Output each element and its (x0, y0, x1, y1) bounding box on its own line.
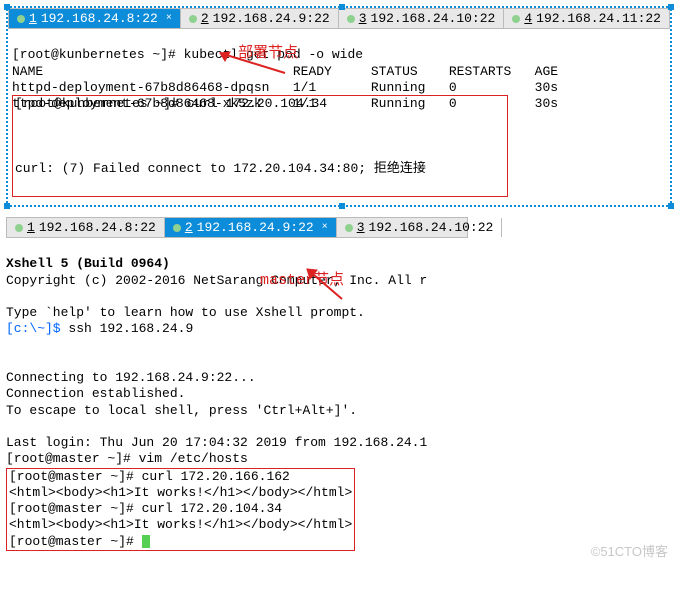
ssh-command: ssh 192.168.24.9 (68, 321, 193, 336)
tab-1-3[interactable]: 3 192.168.24.10:22 (339, 9, 505, 28)
annotation-master-node: master节点 (260, 272, 344, 291)
tab-ip: 192.168.24.8:22 (39, 220, 156, 235)
terminal-panel-2: 1 192.168.24.8:22 2 192.168.24.9:22 × 3 1… (0, 217, 678, 602)
tab-num: 3 (359, 11, 367, 26)
tab-num: 1 (29, 11, 37, 26)
tab-ip: 192.168.24.11:22 (536, 11, 661, 26)
copyright: Copyright (c) 2002-2016 NetSarang Comput… (6, 273, 427, 288)
established-text: Connection established. (6, 386, 185, 401)
tab-num: 3 (357, 220, 365, 235)
tab-row-2: 1 192.168.24.8:22 2 192.168.24.9:22 × 3 1… (6, 217, 468, 238)
tab-1-1[interactable]: 1 192.168.24.8:22 × (9, 9, 181, 28)
tab-num: 2 (185, 220, 193, 235)
terminal-output-1[interactable]: [root@kunbernetes ~]# kubectl get pod -o… (8, 29, 670, 205)
status-dot-icon (173, 224, 181, 232)
status-dot-icon (15, 224, 23, 232)
status-dot-icon (345, 224, 353, 232)
status-dot-icon (512, 15, 520, 23)
tab-ip: 192.168.24.10:22 (371, 11, 496, 26)
tab-2-1[interactable]: 1 192.168.24.8:22 (7, 218, 165, 237)
tab-1-4[interactable]: 4 192.168.24.11:22 (504, 9, 670, 28)
curl-response: <html><body><h1>It works!</h1></body></h… (9, 517, 352, 532)
cursor-icon (142, 535, 150, 548)
tab-num: 4 (524, 11, 532, 26)
connecting-text: Connecting to 192.168.24.9:22... (6, 370, 256, 385)
curl-cmd: [root@master ~]# curl 172.20.104.34 (9, 501, 282, 516)
curl-response: <html><body><h1>It works!</h1></body></h… (9, 485, 352, 500)
tab-2-2[interactable]: 2 192.168.24.9:22 × (165, 218, 337, 237)
tab-num: 2 (201, 11, 209, 26)
watermark: ©51CTO博客 (591, 541, 668, 560)
annotation-deploy-node: 部署节点 (238, 45, 298, 64)
tab-row-1: 1 192.168.24.8:22 × 2 192.168.24.9:22 3 1… (8, 8, 670, 29)
curl-error: curl: (7) Failed connect to 172.20.104.3… (15, 161, 426, 176)
highlight-box-2: [root@master ~]# curl 172.20.166.162 <ht… (6, 468, 355, 551)
local-prompt: [c:\~]$ (6, 321, 68, 336)
tab-2-3[interactable]: 3 192.168.24.10:22 (337, 218, 503, 237)
status-dot-icon (189, 15, 197, 23)
close-icon[interactable]: × (166, 13, 172, 24)
tab-ip: 192.168.24.8:22 (41, 11, 158, 26)
tab-ip: 192.168.24.10:22 (369, 220, 494, 235)
tab-ip: 192.168.24.9:22 (213, 11, 330, 26)
status-dot-icon (347, 15, 355, 23)
status-dot-icon (17, 15, 25, 23)
terminal-output-2[interactable]: Xshell 5 (Build 0964) Copyright (c) 2002… (0, 238, 678, 602)
xshell-banner: Xshell 5 (Build 0964) (6, 256, 170, 271)
close-icon[interactable]: × (322, 222, 328, 233)
prompt: [root@master ~]# (9, 534, 142, 549)
tab-num: 1 (27, 220, 35, 235)
curl-cmd: [root@master ~]# curl 172.20.166.162 (9, 469, 290, 484)
tab-1-2[interactable]: 2 192.168.24.9:22 (181, 9, 339, 28)
tab-ip: 192.168.24.9:22 (197, 220, 314, 235)
annotation-arrow-icon (168, 32, 295, 100)
highlight-box-1: [root@kunbernetes ~]# curl 172.20.104.34… (12, 95, 508, 197)
lastlogin-text: Last login: Thu Jun 20 17:04:32 2019 fro… (6, 435, 427, 450)
vim-cmd: [root@master ~]# vim /etc/hosts (6, 451, 248, 466)
escape-text: To escape to local shell, press 'Ctrl+Al… (6, 403, 357, 418)
terminal-panel-1: 1 192.168.24.8:22 × 2 192.168.24.9:22 3 1… (6, 6, 672, 207)
